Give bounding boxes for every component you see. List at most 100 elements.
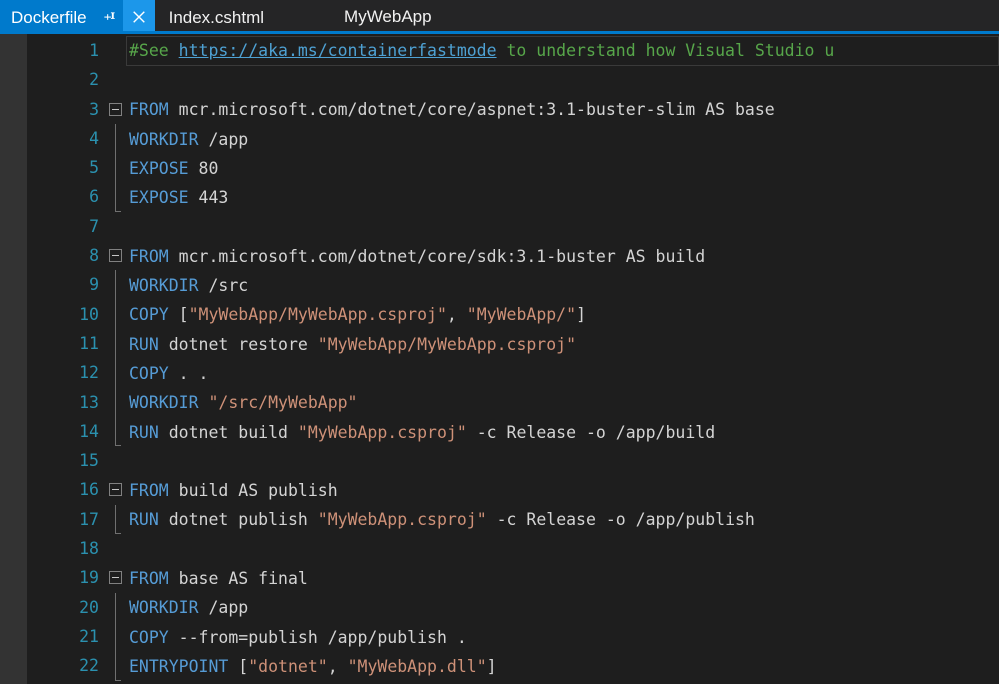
code-keyword: WORKDIR xyxy=(129,598,199,618)
code-line[interactable]: ENTRYPOINT ["dotnet", "MyWebApp.dll"] xyxy=(126,652,999,681)
code-keyword: ENTRYPOINT xyxy=(129,656,229,676)
fold-guide xyxy=(108,387,126,417)
outlining-fold-margin[interactable] xyxy=(108,34,126,684)
collapse-minus-icon[interactable] xyxy=(109,102,122,116)
code-line[interactable]: FROM base AS final xyxy=(126,564,999,593)
code-line[interactable]: FROM mcr.microsoft.com/dotnet/core/aspne… xyxy=(126,95,999,124)
code-keyword: EXPOSE xyxy=(129,188,189,208)
fold-guide xyxy=(108,446,126,475)
collapse-minus-icon[interactable] xyxy=(109,249,122,263)
code-text: , xyxy=(446,305,467,325)
code-keyword: WORKDIR xyxy=(129,129,199,149)
code-text: ] xyxy=(576,305,586,325)
code-text: ] xyxy=(486,656,497,676)
code-line[interactable] xyxy=(126,66,999,95)
close-icon[interactable] xyxy=(122,0,155,34)
fold-guide xyxy=(108,416,126,447)
fold-guide-line xyxy=(115,621,116,652)
code-keyword: FROM xyxy=(129,481,169,501)
fold-guide xyxy=(108,592,126,622)
code-line[interactable] xyxy=(126,535,999,564)
line-number: 6 xyxy=(89,187,99,207)
code-line[interactable]: RUN dotnet restore "MyWebApp/MyWebApp.cs… xyxy=(126,330,999,359)
line-number: 15 xyxy=(79,451,99,471)
fold-guide-line xyxy=(115,592,116,622)
breakpoint-margin[interactable] xyxy=(0,34,27,684)
fold-toggle[interactable] xyxy=(108,475,126,504)
fold-guide xyxy=(108,65,126,94)
collapse-minus-icon[interactable] xyxy=(109,483,122,497)
line-number: 16 xyxy=(79,480,99,500)
fold-guide-line xyxy=(115,387,116,417)
code-text: -c Release -o /app/publish xyxy=(486,510,755,530)
code-keyword: RUN xyxy=(129,334,159,354)
line-number-gutter: 1 2 3 4 5 6 7 8 9 10 11 12 13 14 15 16 17 18 19 20 21 22 xyxy=(27,34,108,684)
code-text: dotnet restore xyxy=(158,334,318,354)
fold-guide-line xyxy=(115,504,121,535)
code-line[interactable]: RUN dotnet build "MyWebApp.csproj" -c Re… xyxy=(126,418,999,447)
code-line[interactable]: WORKDIR /app xyxy=(126,125,999,154)
code-keyword: WORKDIR xyxy=(129,393,199,413)
code-text: mcr.microsoft.com/dotnet/core/aspnet:3.1… xyxy=(168,100,775,120)
code-line[interactable]: EXPOSE 80 xyxy=(126,154,999,183)
code-keyword: RUN xyxy=(129,422,159,442)
code-line[interactable]: FROM build AS publish xyxy=(126,476,999,505)
fold-guide-line xyxy=(115,270,116,300)
code-string: "/src/MyWebApp" xyxy=(208,393,358,413)
tab-dockerfile[interactable]: Dockerfile xyxy=(0,0,155,34)
code-string: "dotnet" xyxy=(248,656,328,676)
tab-index-cshtml-label: Index.cshtml xyxy=(168,7,265,27)
fold-guide-line xyxy=(115,182,121,213)
code-line[interactable] xyxy=(126,447,999,476)
code-line[interactable]: COPY . . xyxy=(126,359,999,388)
code-text: /src xyxy=(198,276,249,296)
fold-guide xyxy=(108,182,126,213)
fold-guide-line xyxy=(115,123,116,154)
code-string: "MyWebApp.dll" xyxy=(347,656,487,676)
code-line-current[interactable]: #See https://aka.ms/containerfastmode to… xyxy=(126,36,999,66)
code-text: build AS publish xyxy=(168,481,338,501)
code-text: [ xyxy=(228,656,249,676)
code-line[interactable]: COPY ["MyWebApp/MyWebApp.csproj", "MyWeb… xyxy=(126,300,999,329)
code-text: /app xyxy=(198,598,249,618)
fold-guide xyxy=(108,123,126,154)
code-text: 443 xyxy=(188,188,229,208)
line-number: 17 xyxy=(79,509,99,529)
code-line[interactable]: EXPOSE 443 xyxy=(126,183,999,212)
code-line[interactable]: FROM mcr.microsoft.com/dotnet/core/sdk:3… xyxy=(126,242,999,271)
tab-dockerfile-label: Dockerfile xyxy=(11,7,87,27)
code-line[interactable]: RUN dotnet publish "MyWebApp.csproj" -c … xyxy=(126,505,999,534)
code-text: [ xyxy=(168,305,189,325)
code-keyword: FROM xyxy=(129,246,169,266)
line-number: 2 xyxy=(89,70,99,90)
line-number: 9 xyxy=(89,275,99,295)
fold-guide-line xyxy=(115,416,121,447)
tab-strip-filler xyxy=(445,0,999,34)
code-line[interactable]: COPY --from=publish /app/publish . xyxy=(126,623,999,652)
fold-toggle[interactable] xyxy=(108,241,126,270)
code-text: /app xyxy=(198,129,249,149)
fold-guide-line xyxy=(115,358,116,388)
fold-toggle[interactable] xyxy=(108,95,126,124)
fold-guide xyxy=(108,270,126,300)
code-line[interactable]: WORKDIR /app xyxy=(126,593,999,622)
fold-guide xyxy=(108,534,126,563)
pin-icon[interactable] xyxy=(97,0,123,34)
fold-guide xyxy=(108,651,126,681)
hyperlink[interactable]: https://aka.ms/containerfastmode xyxy=(179,41,497,60)
code-line[interactable] xyxy=(126,212,999,241)
fold-guide xyxy=(108,299,126,329)
code-text: dotnet publish xyxy=(158,510,318,530)
fold-guide xyxy=(108,504,126,535)
code-text-area[interactable]: #See https://aka.ms/containerfastmode to… xyxy=(126,34,999,684)
line-number: 14 xyxy=(79,421,99,441)
tab-index-cshtml[interactable]: Index.cshtml xyxy=(154,0,279,34)
collapse-minus-icon[interactable] xyxy=(109,571,122,585)
line-number: 20 xyxy=(79,597,99,617)
code-line[interactable]: WORKDIR /src xyxy=(126,271,999,300)
fold-toggle[interactable] xyxy=(108,563,126,592)
code-string: "MyWebApp/MyWebApp.csproj" xyxy=(188,305,447,325)
code-line[interactable]: WORKDIR "/src/MyWebApp" xyxy=(126,388,999,417)
code-editor[interactable]: 1 2 3 4 5 6 7 8 9 10 11 12 13 14 15 16 17 18 19 20 21 22 #See… xyxy=(0,34,999,684)
line-number: 4 xyxy=(89,128,99,148)
